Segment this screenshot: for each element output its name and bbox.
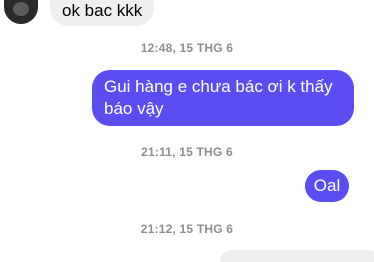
incoming-message-bubble[interactable]: ok bac kkk — [50, 0, 155, 26]
outgoing-message-text: Gui hàng e chưa bác ơi k thấy báo vậy — [104, 77, 333, 118]
outgoing-message-bubble[interactable]: Oal — [305, 170, 349, 202]
outgoing-message-text: Oal — [313, 176, 341, 195]
message-timestamp: 21:11, 15 THG 6 — [141, 145, 233, 159]
message-timestamp: 12:48, 15 THG 6 — [140, 41, 234, 55]
message-timestamp: 21:12, 15 THG 6 — [140, 222, 234, 236]
incoming-message-text: ok bac kkk — [62, 0, 143, 20]
contact-avatar[interactable] — [4, 0, 38, 24]
partial-message-bubble[interactable] — [220, 250, 374, 262]
outgoing-message-bubble[interactable]: Gui hàng e chưa bác ơi k thấy báo vậy — [92, 70, 354, 126]
